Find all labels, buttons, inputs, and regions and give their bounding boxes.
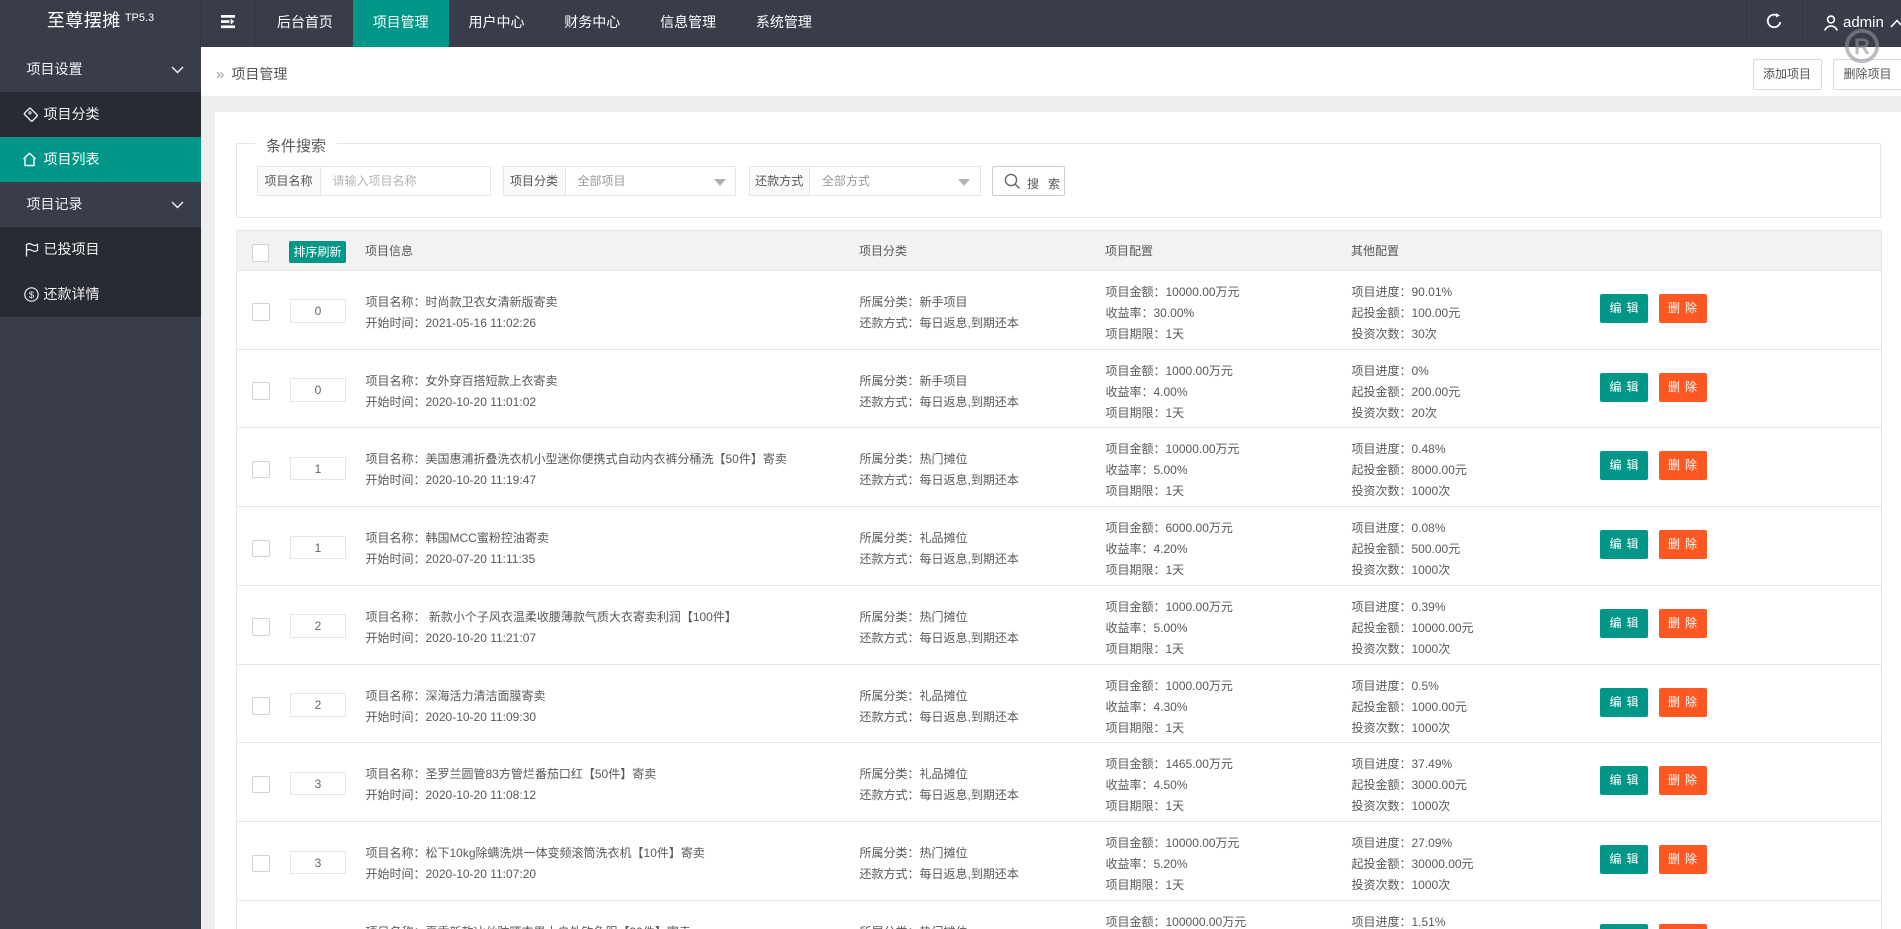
svg-text:$: $ <box>29 290 35 301</box>
svg-text:R: R <box>1854 34 1870 59</box>
